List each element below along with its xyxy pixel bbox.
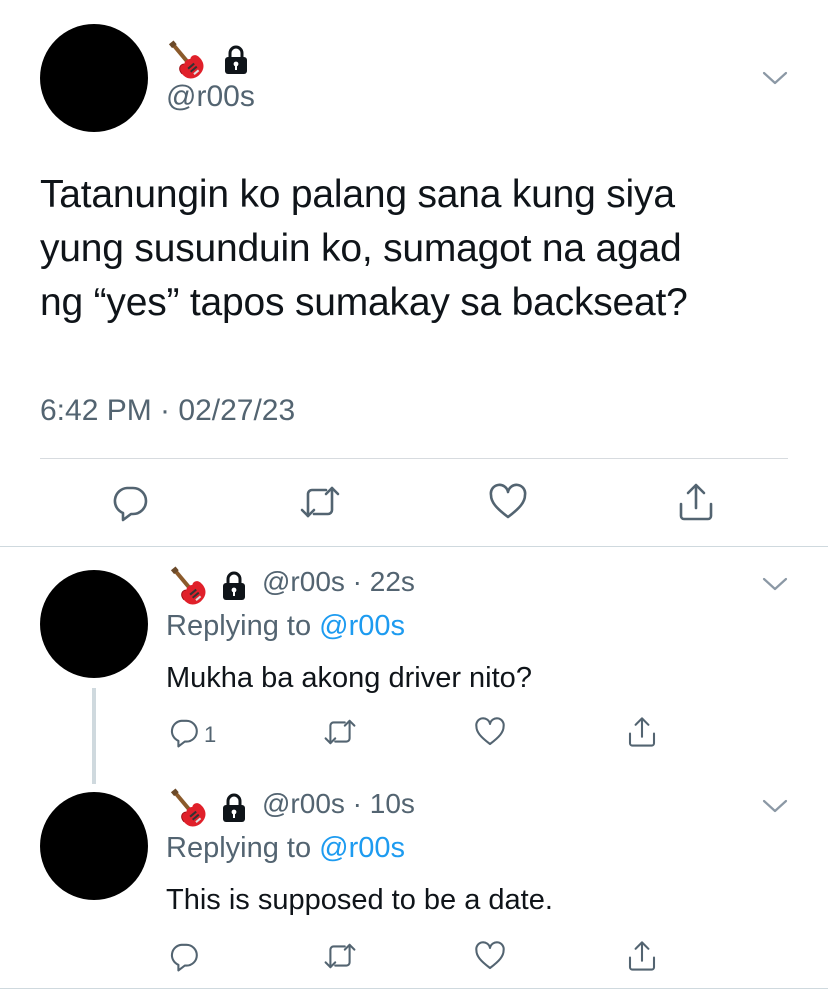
avatar[interactable] bbox=[40, 792, 148, 900]
tweet-text: Tatanungin ko palang sana kung siya yung… bbox=[40, 168, 800, 330]
mention-link[interactable]: @r00s bbox=[319, 610, 405, 642]
reply-icon[interactable] bbox=[110, 482, 150, 522]
user-handle[interactable]: @r00s bbox=[166, 80, 255, 114]
replying-to: Replying to @r00s bbox=[166, 610, 405, 643]
share-icon[interactable] bbox=[676, 482, 716, 522]
lock-icon bbox=[220, 793, 248, 823]
reply-text: Mukha ba akong driver nito? bbox=[166, 662, 532, 694]
lock-icon bbox=[220, 571, 248, 601]
like-icon[interactable] bbox=[488, 482, 528, 522]
tweet-text-line: Tatanungin ko palang sana kung siya bbox=[40, 173, 675, 216]
reply-handle-time[interactable]: @r00s · 10s bbox=[262, 788, 415, 820]
replying-prefix: Replying to bbox=[166, 610, 320, 642]
avatar[interactable] bbox=[40, 24, 148, 132]
tweet-timestamp[interactable]: 6:42 PM · 02/27/23 bbox=[40, 394, 295, 428]
avatar[interactable] bbox=[40, 570, 148, 678]
chevron-down-icon[interactable] bbox=[762, 70, 788, 86]
display-name[interactable] bbox=[164, 38, 250, 82]
guitar-icon bbox=[164, 38, 208, 82]
reply-text: This is supposed to be a date. bbox=[166, 884, 553, 916]
reply-count: 1 bbox=[204, 722, 217, 747]
mention-link[interactable]: @r00s bbox=[319, 832, 405, 864]
divider bbox=[40, 458, 788, 459]
replying-prefix: Replying to bbox=[166, 832, 320, 864]
divider bbox=[0, 546, 828, 547]
reply-handle-time[interactable]: @r00s · 22s bbox=[262, 566, 415, 598]
retweet-icon[interactable] bbox=[322, 716, 358, 748]
handle-time[interactable]: @r00s · 10s bbox=[262, 788, 415, 820]
like-icon[interactable] bbox=[474, 716, 506, 748]
chevron-down-icon[interactable] bbox=[762, 798, 788, 814]
share-icon[interactable] bbox=[626, 940, 658, 972]
lock-icon bbox=[222, 45, 250, 75]
replying-to: Replying to @r00s bbox=[166, 832, 405, 865]
guitar-icon bbox=[166, 786, 210, 830]
display-name[interactable] bbox=[166, 786, 248, 830]
handle-time[interactable]: @r00s · 22s bbox=[262, 566, 415, 598]
reply-icon[interactable] bbox=[168, 716, 200, 748]
tweet-text-line: yung susunduin ko, sumagot na agad bbox=[40, 227, 682, 270]
chevron-down-icon[interactable] bbox=[762, 576, 788, 592]
retweet-icon[interactable] bbox=[322, 940, 358, 972]
share-icon[interactable] bbox=[626, 716, 658, 748]
thread-line bbox=[92, 688, 96, 784]
guitar-icon bbox=[166, 564, 210, 608]
tweet-text-line: ng “yes” tapos sumakay sa backseat? bbox=[40, 281, 688, 324]
retweet-icon[interactable] bbox=[298, 482, 342, 522]
reply-icon[interactable] bbox=[168, 940, 200, 972]
like-icon[interactable] bbox=[474, 940, 506, 972]
divider bbox=[0, 988, 828, 989]
display-name[interactable] bbox=[166, 564, 248, 608]
